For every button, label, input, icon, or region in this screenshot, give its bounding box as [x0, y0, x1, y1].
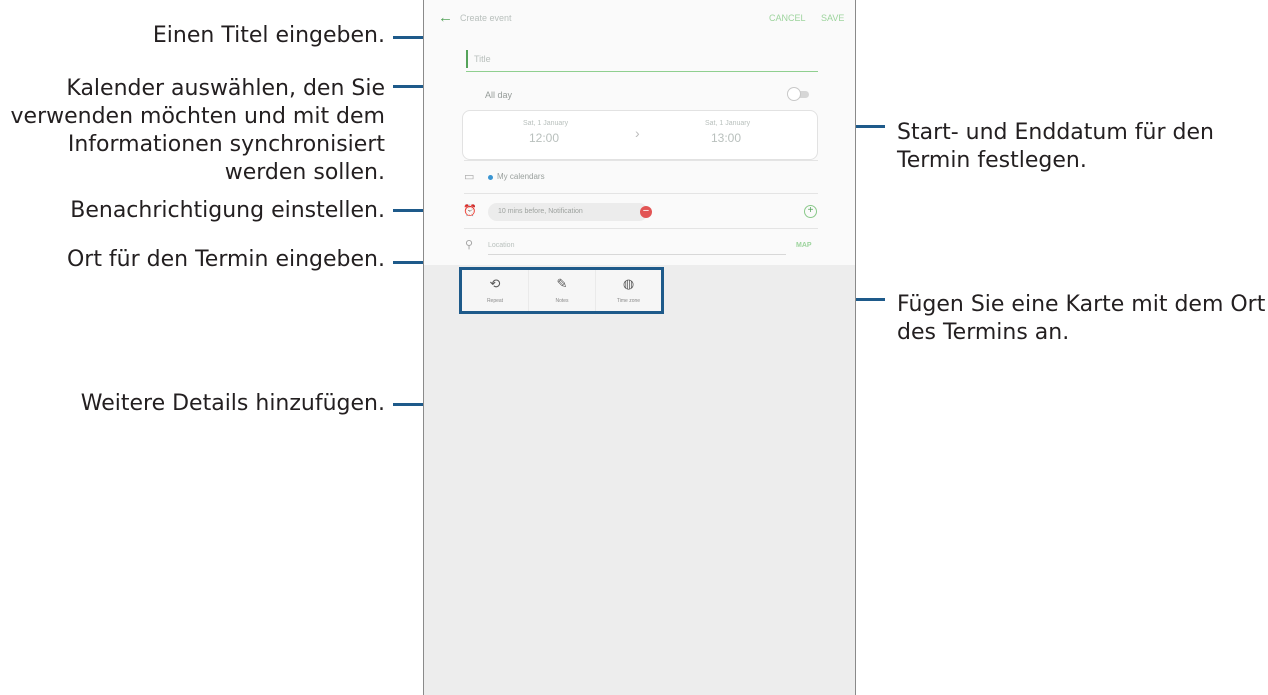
- callout-calendar-line: verwenden möchten und mit dem: [10, 104, 385, 129]
- repeat-button[interactable]: ⟲ Repeat: [462, 270, 528, 311]
- time-zone-label: Time zone: [616, 298, 641, 304]
- calendar-color-dot: [488, 175, 493, 180]
- callout-map-line: Fügen Sie eine Karte mit dem Ort: [897, 292, 1266, 317]
- remove-notification-icon[interactable]: −: [640, 206, 652, 218]
- calendar-icon: ▭: [464, 171, 475, 183]
- notes-button[interactable]: ✎ Notes: [529, 270, 595, 311]
- location-pin-icon: ⚲: [465, 239, 474, 251]
- text-cursor: [466, 50, 468, 68]
- screen-title: Create event: [460, 13, 512, 23]
- alarm-clock-icon: ⏰: [463, 205, 477, 217]
- calendar-selector[interactable]: My calendars: [497, 172, 545, 181]
- callout-title: Einen Titel eingeben.: [152, 23, 385, 48]
- create-event-form: ← Create event CANCEL SAVE Title All day…: [424, 0, 855, 265]
- divider: [464, 160, 818, 161]
- arrow-left-icon[interactable]: ←: [438, 9, 453, 26]
- end-time[interactable]: 13:00: [711, 131, 741, 145]
- cancel-button[interactable]: CANCEL: [769, 13, 806, 23]
- callout-location: Ort für den Termin eingeben.: [66, 247, 385, 272]
- title-input[interactable]: Title: [466, 47, 818, 72]
- date-range-picker[interactable]: Sat, 1 January 12:00 › Sat, 1 January 13…: [462, 110, 818, 160]
- start-time[interactable]: 12:00: [529, 131, 559, 145]
- notes-label: Notes: [555, 298, 569, 304]
- callout-dates: Start- und Enddatum für den Termin festl…: [897, 119, 1214, 175]
- tablet-screen: ← Create event CANCEL SAVE Title All day…: [423, 0, 856, 695]
- start-date[interactable]: Sat, 1 January: [523, 120, 568, 127]
- repeat-label: Repeat: [486, 298, 504, 304]
- add-notification-icon[interactable]: +: [804, 205, 817, 218]
- notification-chip[interactable]: 10 mins before, Notification: [488, 203, 648, 221]
- divider: [464, 228, 818, 229]
- notes-icon: ✎: [556, 276, 568, 291]
- callout-calendar-line: werden sollen.: [224, 160, 385, 185]
- more-details-bar: ⟲ Repeat ✎ Notes ◍ Time zone: [459, 267, 664, 314]
- callout-calendar-line: Informationen synchronisiert: [67, 132, 385, 157]
- callout-map: Fügen Sie eine Karte mit dem Ort des Ter…: [897, 291, 1265, 347]
- callout-dates-line: Start- und Enddatum für den: [897, 120, 1214, 145]
- callout-map-line: des Termins an.: [897, 320, 1070, 345]
- map-button[interactable]: MAP: [796, 242, 812, 249]
- end-date[interactable]: Sat, 1 January: [705, 120, 750, 127]
- chevron-right-icon: ›: [635, 125, 640, 141]
- callout-calendar: Kalender auswählen, den Sie verwenden mö…: [11, 75, 385, 187]
- title-placeholder: Title: [474, 54, 491, 64]
- notification-label: 10 mins before, Notification: [498, 208, 583, 215]
- callout-dates-line: Termin festlegen.: [897, 148, 1087, 173]
- all-day-label: All day: [485, 90, 513, 100]
- repeat-icon: ⟲: [489, 276, 501, 291]
- divider: [464, 193, 818, 194]
- callout-calendar-line: Kalender auswählen, den Sie: [66, 76, 385, 101]
- callout-notification: Benachrichtigung einstellen.: [70, 198, 385, 223]
- location-placeholder: Location: [488, 242, 515, 249]
- time-zone-button[interactable]: ◍ Time zone: [596, 270, 661, 311]
- time-zone-icon: ◍: [622, 276, 635, 291]
- location-input[interactable]: Location: [488, 240, 786, 255]
- callout-details: Weitere Details hinzufügen.: [80, 391, 385, 416]
- all-day-switch-knob[interactable]: [787, 87, 801, 101]
- save-button[interactable]: SAVE: [821, 13, 844, 23]
